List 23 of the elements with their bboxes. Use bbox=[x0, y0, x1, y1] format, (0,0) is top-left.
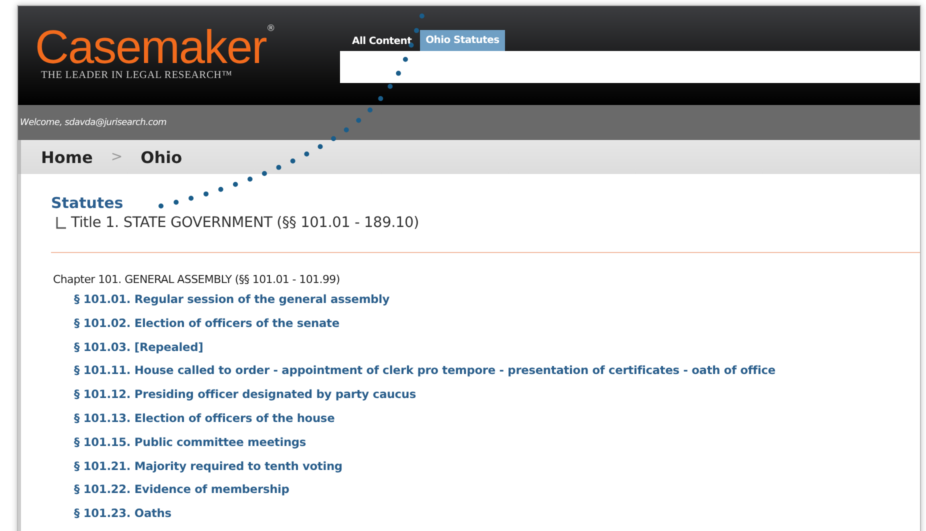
search-field[interactable] bbox=[340, 51, 920, 83]
statutes-link[interactable]: Statutes bbox=[51, 194, 920, 212]
registered-mark: ® bbox=[266, 24, 276, 34]
section-link[interactable]: § 101.01. Regular session of the general assembly bbox=[74, 292, 920, 316]
section-link[interactable]: § 101.23. Oaths bbox=[74, 506, 920, 530]
section-link[interactable]: § 101.15. Public committee meetings bbox=[74, 434, 920, 459]
logo-wordmark: Casemaker bbox=[35, 24, 266, 70]
section-link[interactable]: § 101.22. Evidence of membership bbox=[74, 482, 920, 506]
breadcrumb-link[interactable]: Home bbox=[41, 148, 93, 166]
section-link[interactable]: § 101.21. Majority required to tenth voting bbox=[74, 458, 920, 482]
section-link[interactable]: § 101.13. Election of officers of the house bbox=[74, 410, 920, 435]
search-tab[interactable]: All Content bbox=[348, 32, 416, 51]
chapter-heading: Chapter 101. GENERAL ASSEMBLY (§§ 101.01 - 101.99) bbox=[53, 273, 341, 286]
section-link[interactable]: § 101.12. Presiding officer designated by party caucus bbox=[74, 387, 920, 411]
breadcrumb-link[interactable]: Ohio bbox=[140, 148, 182, 166]
breadcrumb-separator: > bbox=[110, 149, 123, 165]
welcome-text: Welcome, sdavda@jurisearch.com bbox=[20, 118, 166, 128]
logo-tagline: THE LEADER IN LEGAL RESEARCH™ bbox=[41, 70, 234, 81]
section-link[interactable]: § 101.11. House called to order - appointment of clerk pro tempore - presentation of certificates - oath of office bbox=[74, 363, 920, 388]
tree-branch-icon bbox=[56, 217, 66, 229]
section-link[interactable]: § 101.03. [Repealed] bbox=[74, 340, 920, 364]
section-link[interactable]: § 101.02. Election of officers of the senate bbox=[74, 316, 920, 340]
title-heading: Title 1. STATE GOVERNMENT (§§ 101.01 - 189.10) bbox=[71, 215, 420, 231]
